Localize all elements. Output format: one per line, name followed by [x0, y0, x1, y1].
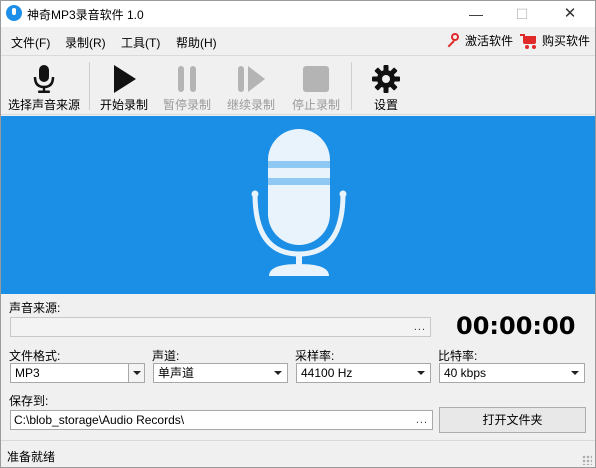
- pause-icon: [178, 66, 196, 92]
- stop-icon: [303, 66, 329, 92]
- menu-bar: 文件(F) 录制(R) 工具(T) 帮助(H) 激活软件 购买软件: [1, 27, 595, 55]
- select-source-label: 选择声音来源: [7, 98, 80, 112]
- app-icon: [6, 5, 22, 21]
- recording-timer: 00:00:00: [456, 312, 576, 340]
- activate-label: 激活软件: [465, 34, 514, 48]
- minimize-button[interactable]: —: [453, 1, 499, 27]
- chevron-down-icon: [417, 371, 425, 375]
- save-path-field[interactable]: C:\blob_storage\Audio Records\ ...: [10, 410, 433, 430]
- microphone-icon: [251, 129, 347, 276]
- start-recording-button[interactable]: 开始录制: [95, 56, 153, 114]
- samplerate-select[interactable]: 44100 Hz: [296, 363, 431, 383]
- save-browse-button[interactable]: ...: [416, 411, 428, 429]
- channel-value: 单声道: [158, 366, 195, 380]
- chevron-down-icon: [274, 371, 282, 375]
- pause-recording-label: 暂停录制: [162, 98, 211, 112]
- window-title: 神奇MP3录音软件 1.0: [27, 8, 144, 22]
- status-bar: 准备就绪: [1, 440, 595, 467]
- play-icon: [114, 65, 136, 93]
- maximize-button[interactable]: ☐: [499, 1, 545, 27]
- menu-tools[interactable]: 工具(T): [121, 34, 160, 51]
- chevron-down-icon: [571, 371, 579, 375]
- microphone-icon: [33, 65, 55, 93]
- format-value: MP3: [15, 366, 40, 380]
- channel-select[interactable]: 单声道: [153, 363, 288, 383]
- start-recording-label: 开始录制: [99, 98, 148, 112]
- stop-recording-button[interactable]: 停止录制: [287, 56, 345, 114]
- buy-label: 购买软件: [542, 34, 591, 48]
- menu-file[interactable]: 文件(F): [11, 34, 50, 51]
- bitrate-value: 40 kbps: [444, 366, 487, 380]
- resume-recording-button[interactable]: 继续录制: [222, 56, 280, 114]
- menu-record[interactable]: 录制(R): [65, 34, 106, 51]
- toolbar-separator: [351, 62, 352, 110]
- menu-help[interactable]: 帮助(H): [176, 34, 217, 51]
- bitrate-label: 比特率:: [438, 349, 478, 363]
- pause-recording-button[interactable]: 暂停录制: [158, 56, 216, 114]
- key-icon: [444, 32, 460, 49]
- source-browse-button[interactable]: ...: [414, 318, 426, 336]
- samplerate-value: 44100 Hz: [301, 366, 353, 380]
- open-folder-button[interactable]: 打开文件夹: [439, 407, 586, 433]
- source-field: ...: [10, 317, 431, 337]
- toolbar-separator: [89, 62, 90, 110]
- status-text: 准备就绪: [7, 450, 56, 464]
- format-label: 文件格式:: [9, 349, 61, 363]
- format-select[interactable]: MP3: [10, 363, 145, 383]
- activate-software-button[interactable]: 激活软件: [444, 32, 513, 49]
- save-path-value: C:\blob_storage\Audio Records\: [14, 413, 185, 427]
- toolbar: 选择声音来源 开始录制 暂停录制 继续录制 停止录制 设置: [1, 55, 595, 115]
- resize-grip-icon[interactable]: [582, 455, 592, 465]
- samplerate-label: 采样率:: [295, 349, 335, 363]
- microphone-banner: [1, 116, 595, 294]
- bitrate-select[interactable]: 40 kbps: [439, 363, 585, 383]
- channel-label: 声道:: [152, 349, 180, 363]
- title-bar: 神奇MP3录音软件 1.0 — ☐ ✕: [1, 1, 595, 27]
- stop-recording-label: 停止录制: [291, 98, 340, 112]
- app-window: 神奇MP3录音软件 1.0 — ☐ ✕ 文件(F) 录制(R) 工具(T) 帮助…: [0, 0, 596, 468]
- close-button[interactable]: ✕: [547, 1, 593, 27]
- select-source-button[interactable]: 选择声音来源: [5, 56, 83, 114]
- settings-button[interactable]: 设置: [359, 56, 413, 114]
- resume-icon: [238, 66, 265, 92]
- buy-software-button[interactable]: 购买软件: [520, 32, 590, 49]
- settings-label: 设置: [373, 98, 398, 112]
- gear-icon: [372, 65, 400, 93]
- resume-recording-label: 继续录制: [226, 98, 275, 112]
- save-label: 保存到:: [9, 394, 49, 408]
- cart-icon: [520, 33, 538, 49]
- chevron-down-icon[interactable]: [128, 364, 144, 382]
- source-label: 声音来源:: [9, 301, 61, 315]
